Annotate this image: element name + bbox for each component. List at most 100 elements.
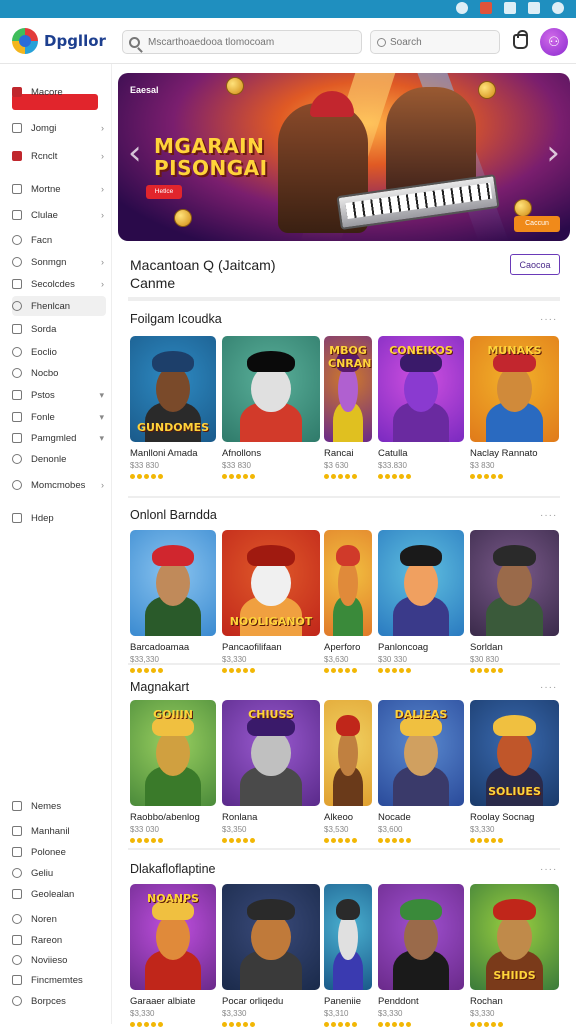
star-icon — [477, 838, 482, 843]
logo[interactable]: Dpgllor — [12, 28, 106, 54]
section-action-button[interactable]: Caocoa — [510, 254, 560, 275]
game-tile[interactable]: CHIUSS — [222, 700, 320, 806]
game-name[interactable]: Garaaer albiate — [130, 996, 195, 1007]
cart-icon[interactable] — [513, 30, 528, 49]
game-name[interactable]: Rochan — [470, 996, 503, 1007]
sidebar-item-6[interactable]: Sonmgn › — [12, 252, 106, 272]
game-name[interactable]: Afnollons — [222, 448, 261, 459]
sidebar-item-23[interactable]: Noren — [12, 909, 106, 929]
hero-cta-button[interactable]: Caccun — [514, 216, 560, 232]
game-tile[interactable] — [222, 884, 320, 990]
sidebar-item-1[interactable]: Jomgi › — [12, 118, 106, 138]
game-tile[interactable]: NOANPS — [130, 884, 216, 990]
sidebar-item-19[interactable]: Manhanil — [12, 821, 106, 841]
star-icon — [491, 668, 496, 673]
secondary-search-input[interactable] — [390, 36, 490, 48]
game-tile[interactable]: MBOG CNRAN — [324, 336, 372, 442]
sidebar-item-3[interactable]: Mortne › — [12, 179, 106, 199]
sidebar-item-22[interactable]: Geolealan — [12, 884, 106, 904]
more-icon[interactable]: ···· — [540, 864, 557, 875]
sidebar-item-7[interactable]: Secolcdes › — [12, 274, 106, 294]
hero-button[interactable]: Hetlce — [146, 185, 182, 199]
sidebar-item-2[interactable]: Rcnclt › — [12, 146, 106, 166]
game-tile[interactable] — [222, 336, 320, 442]
star-icon — [484, 838, 489, 843]
sidebar-item-0[interactable]: Macore — [12, 82, 106, 102]
sidebar-item-15[interactable]: Denonle — [12, 449, 106, 469]
sidebar-item-label: Eoclio — [31, 346, 57, 358]
sidebar-item-24[interactable]: Rareon — [12, 930, 106, 950]
logo-icon — [12, 28, 38, 54]
game-tile[interactable]: MUNAKS — [470, 336, 559, 442]
game-name[interactable]: Naclay Rannato — [470, 448, 538, 459]
game-tile[interactable]: DALIEAS — [378, 700, 464, 806]
sidebar-item-4[interactable]: Clulae › — [12, 205, 106, 225]
game-name[interactable]: Pancaofilifaan — [222, 642, 282, 653]
more-icon[interactable]: ···· — [540, 682, 557, 693]
game-name[interactable]: Alkeoo — [324, 812, 353, 823]
game-name[interactable]: Sorldan — [470, 642, 503, 653]
sidebar-item-13[interactable]: Fonle ▾ — [12, 407, 106, 427]
sidebar-item-10[interactable]: Eoclio — [12, 342, 106, 362]
more-icon[interactable]: ···· — [540, 314, 557, 325]
sidebar-item-18[interactable]: Nemes — [12, 796, 106, 816]
game-tile[interactable] — [324, 530, 372, 636]
game-name[interactable]: Roolay Socnag — [470, 812, 534, 823]
star-icon — [345, 668, 350, 673]
game-name[interactable]: Paneniie — [324, 996, 361, 1007]
sidebar-item-12[interactable]: Pstos ▾ — [12, 385, 106, 405]
sidebar-item-5[interactable]: Facn — [12, 230, 106, 250]
carousel-next-icon[interactable]: › — [546, 133, 560, 173]
sidebar-item-8[interactable]: Fhenlcan — [12, 296, 106, 316]
game-tile[interactable] — [470, 530, 559, 636]
game-tile[interactable]: GOIIIN — [130, 700, 216, 806]
game-tile[interactable]: SHIIDS — [470, 884, 559, 990]
box-icon — [12, 279, 22, 289]
sidebar-item-label: Pamgmled — [31, 432, 77, 444]
hero-banner[interactable]: Eaesal MGARAIN PISONGAI Hetlce Caccun ‹ … — [118, 73, 570, 241]
game-name[interactable]: Barcadoamaa — [130, 642, 189, 653]
sidebar-item-11[interactable]: Nocbo — [12, 363, 106, 383]
game-name[interactable]: Ronlana — [222, 812, 257, 823]
sidebar-item-label: Geolealan — [31, 888, 75, 900]
sidebar-item-21[interactable]: Geliu — [12, 863, 106, 883]
game-tile[interactable] — [324, 884, 372, 990]
game-name[interactable]: Nocade — [378, 812, 411, 823]
sidebar-item-9[interactable]: Sorda — [12, 319, 106, 339]
sidebar-item-20[interactable]: Polonee — [12, 842, 106, 862]
game-name[interactable]: Penddont — [378, 996, 419, 1007]
sidebar-item-label: Rareon — [31, 934, 63, 946]
game-tile[interactable]: CONEIKOS — [378, 336, 464, 442]
game-name[interactable]: Raobbo/abenlog — [130, 812, 200, 823]
more-icon[interactable]: ···· — [540, 510, 557, 521]
game-name[interactable]: Pocar orliqedu — [222, 996, 283, 1007]
sidebar-item-label: Momcmobes — [31, 479, 86, 491]
secondary-search-bar[interactable] — [370, 30, 500, 54]
game-name[interactable]: Rancai — [324, 448, 354, 459]
sidebar-item-14[interactable]: Pamgmled ▾ — [12, 428, 106, 448]
search-input[interactable] — [148, 36, 348, 48]
game-tile[interactable]: NOOLIGANOT — [222, 530, 320, 636]
sidebar-item-17[interactable]: Hdep — [12, 508, 106, 528]
game-price: $33.830 — [378, 461, 407, 470]
game-name[interactable]: Manlloni Amada — [130, 448, 198, 459]
game-tile[interactable]: SOLIUES — [470, 700, 559, 806]
sidebar-item-label: Sonmgn — [31, 256, 67, 268]
game-tile[interactable] — [378, 530, 464, 636]
sidebar-item-16[interactable]: Momcmobes › — [12, 475, 106, 495]
game-tile[interactable] — [130, 530, 216, 636]
grid-icon — [12, 801, 22, 811]
game-name[interactable]: Panloncoag — [378, 642, 428, 653]
sidebar-item-27[interactable]: Borpces — [12, 991, 106, 1011]
search-bar[interactable] — [122, 30, 362, 54]
carousel-prev-icon[interactable]: ‹ — [128, 133, 142, 173]
game-name[interactable]: Aperforo — [324, 642, 360, 653]
game-tile[interactable]: GUNDOMES — [130, 336, 216, 442]
sidebar-item-26[interactable]: Fincmemtes — [12, 970, 106, 990]
game-name[interactable]: Catulla — [378, 448, 408, 459]
sidebar-item-25[interactable]: Noviieso — [12, 950, 106, 970]
game-tile[interactable] — [324, 700, 372, 806]
game-tile[interactable] — [378, 884, 464, 990]
avatar[interactable]: ⚇ — [540, 28, 568, 56]
sidebar-item-label: Polonee — [31, 846, 66, 858]
